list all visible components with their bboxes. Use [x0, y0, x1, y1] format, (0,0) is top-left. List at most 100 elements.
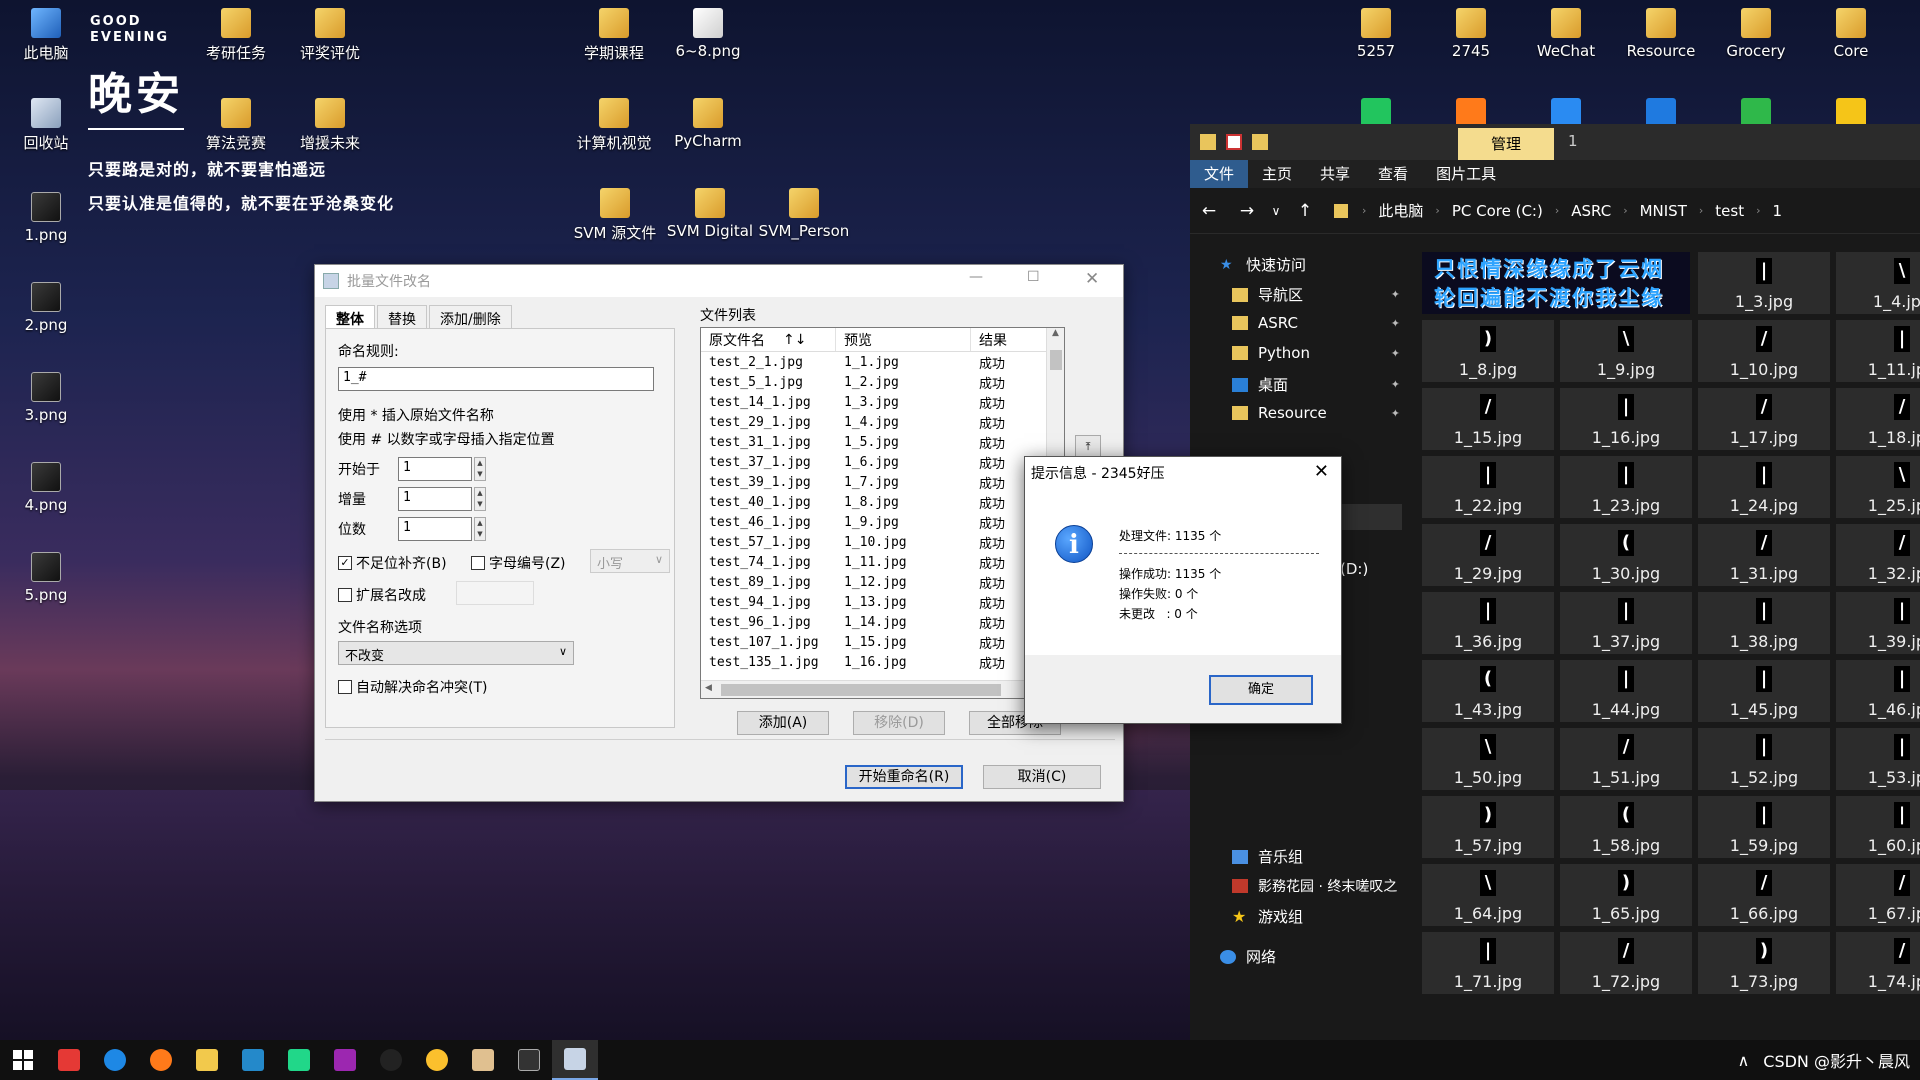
file-thumbnail[interactable]: (1_58.jpg — [1560, 796, 1692, 858]
nav-quick-access[interactable]: ★ 快速访问 — [1220, 254, 1400, 275]
file-thumbnail[interactable]: (1_43.jpg — [1422, 660, 1554, 722]
file-thumbnail[interactable]: ) 1_73.jpg — [1698, 932, 1830, 994]
back-arrow-icon[interactable]: ← — [1190, 201, 1228, 221]
taskbar-app-pycharm[interactable] — [276, 1040, 322, 1080]
taskbar-app-firefox[interactable] — [138, 1040, 184, 1080]
file-thumbnail[interactable]: / 1_32.jpg — [1836, 524, 1920, 586]
list-item[interactable]: test_14_1.jpg 1_3.jpg 成功 — [701, 392, 1064, 412]
letter-checkbox[interactable]: 字母编号(Z) — [471, 553, 566, 573]
desktop-icon-suanfa[interactable]: 算法竞赛 — [196, 98, 276, 153]
file-thumbnail[interactable]: / 1_31.jpg — [1698, 524, 1830, 586]
file-thumbnail[interactable]: | 1_59.jpg — [1698, 796, 1830, 858]
file-thumbnail[interactable]: | 1_23.jpg — [1560, 456, 1692, 518]
desktop-icon-5257[interactable]: 5257 — [1336, 8, 1416, 60]
step-stepper[interactable]: ▲ ▼ — [474, 487, 486, 511]
file-thumbnail[interactable]: | 1_16.jpg — [1560, 388, 1692, 450]
desktop-icon-4-png[interactable]: 4.png — [6, 462, 86, 514]
start-button[interactable] — [0, 1040, 46, 1080]
up-arrow-icon[interactable]: ↑ — [1286, 201, 1324, 221]
breadcrumb-item[interactable]: 1 — [1773, 202, 1783, 220]
taskbar-app-terminal[interactable] — [506, 1040, 552, 1080]
desktop-icon-svm-person[interactable]: SVM_Person — [756, 188, 852, 240]
cancel-button[interactable]: 取消(C) — [983, 765, 1101, 789]
digits-stepper[interactable]: ▲ ▼ — [474, 517, 486, 541]
file-thumbnail[interactable]: | 1_45.jpg — [1698, 660, 1830, 722]
file-thumbnail[interactable]: \ 1_64.jpg — [1422, 864, 1554, 926]
list-item[interactable]: test_74_1.jpg 1_11.jpg 成功 — [701, 552, 1064, 572]
file-thumbnail[interactable]: | 1_3.jpg — [1698, 252, 1830, 314]
taskbar-app-qq[interactable] — [368, 1040, 414, 1080]
file-thumbnail[interactable]: / 1_17.jpg — [1698, 388, 1830, 450]
file-thumbnail[interactable]: \ 1_9.jpg — [1560, 320, 1692, 382]
file-thumbnail[interactable]: / 1_66.jpg — [1698, 864, 1830, 926]
list-item[interactable]: test_2_1.jpg 1_1.jpg 成功 — [701, 352, 1064, 372]
desktop-icon-2745[interactable]: 2745 — [1431, 8, 1511, 60]
desktop-icon-5-png[interactable]: 5.png — [6, 552, 86, 604]
nav-python[interactable]: Python ✦ — [1232, 344, 1412, 362]
close-icon[interactable]: ✕ — [1314, 461, 1329, 482]
file-thumbnail[interactable]: | 1_60.jpg — [1836, 796, 1920, 858]
desktop-icon-6-8-png[interactable]: 6~8.png — [668, 8, 748, 60]
pin-icon[interactable]: ✦ — [1391, 407, 1400, 420]
column-header-original[interactable]: 原文件名 ↑↓ — [701, 328, 836, 351]
menu-file[interactable]: 文件 — [1190, 160, 1249, 188]
breadcrumb-item[interactable]: 此电脑 — [1378, 200, 1423, 221]
desktop-icon-recycle-bin[interactable]: 回收站 — [6, 98, 86, 153]
sort-arrows-icon[interactable]: ↑↓ — [783, 332, 806, 348]
list-item[interactable]: test_40_1.jpg 1_8.jpg 成功 — [701, 492, 1064, 512]
list-item[interactable]: test_57_1.jpg 1_10.jpg 成功 — [701, 532, 1064, 552]
file-thumbnail[interactable]: ) 1_57.jpg — [1422, 796, 1554, 858]
file-thumbnail[interactable]: / 1_29.jpg — [1422, 524, 1554, 586]
chevron-up-icon[interactable]: ∧ — [1738, 1051, 1750, 1070]
list-item[interactable]: test_29_1.jpg 1_4.jpg 成功 — [701, 412, 1064, 432]
list-item[interactable]: test_31_1.jpg 1_5.jpg 成功 — [701, 432, 1064, 452]
list-item[interactable]: test_96_1.jpg 1_14.jpg 成功 — [701, 612, 1064, 632]
breadcrumb[interactable]: › 此电脑 › PC Core (C:) › ASRC › MNIST › te… — [1334, 200, 1788, 221]
scroll-left-icon[interactable]: ◀ — [705, 683, 712, 693]
pin-icon[interactable]: ✦ — [1391, 317, 1400, 330]
ok-button[interactable]: 确定 — [1209, 675, 1313, 705]
list-item[interactable]: test_94_1.jpg 1_13.jpg 成功 — [701, 592, 1064, 612]
file-thumbnail[interactable]: \ 1_50.jpg — [1422, 728, 1554, 790]
nav-music[interactable]: 音乐组 — [1232, 846, 1412, 867]
file-thumbnail[interactable]: | 1_52.jpg — [1698, 728, 1830, 790]
file-thumbnail[interactable]: ) 1_65.jpg — [1560, 864, 1692, 926]
desktop-icon-xueqi[interactable]: 学期课程 — [574, 8, 654, 63]
file-thumbnail[interactable]: / 1_67.jpg — [1836, 864, 1920, 926]
taskbar-app-rename[interactable] — [552, 1040, 598, 1080]
breadcrumb-item[interactable]: MNIST — [1640, 202, 1687, 220]
file-thumbnail[interactable]: | 1_44.jpg — [1560, 660, 1692, 722]
nav-drive-d[interactable]: (D:) — [1340, 560, 1400, 578]
taskbar-app-explorer[interactable] — [184, 1040, 230, 1080]
desktop-icon-2-png[interactable]: 2.png — [6, 282, 86, 334]
list-item[interactable]: test_135_1.jpg 1_16.jpg 成功 — [701, 652, 1064, 672]
list-item[interactable]: test_37_1.jpg 1_6.jpg 成功 — [701, 452, 1064, 472]
file-thumbnail[interactable]: / 1_72.jpg — [1560, 932, 1692, 994]
file-thumbnail[interactable]: | 1_36.jpg — [1422, 592, 1554, 654]
breadcrumb-item[interactable]: ASRC — [1571, 202, 1611, 220]
nav-resource[interactable]: Resource ✦ — [1232, 404, 1412, 422]
forward-arrow-icon[interactable]: → — [1228, 201, 1266, 221]
name-option-select[interactable]: 不改变 ∨ — [338, 641, 574, 665]
rule-input[interactable]: 1_# — [338, 367, 654, 391]
new-folder-icon[interactable] — [1252, 134, 1268, 150]
file-thumbnail[interactable]: / 1_18.jpg — [1836, 388, 1920, 450]
file-thumbnail[interactable]: \ 1_4.jpg — [1836, 252, 1920, 314]
list-item[interactable]: test_89_1.jpg 1_12.jpg 成功 — [701, 572, 1064, 592]
file-thumbnail[interactable]: / 1_74.jpg — [1836, 932, 1920, 994]
file-thumbnail[interactable]: | 1_38.jpg — [1698, 592, 1830, 654]
desktop-icon-grocery[interactable]: Grocery — [1716, 8, 1796, 60]
step-input[interactable]: 1 — [398, 487, 472, 511]
file-thumbnail[interactable]: / 1_15.jpg — [1422, 388, 1554, 450]
file-thumbnail[interactable]: ) 1_8.jpg — [1422, 320, 1554, 382]
desktop-icon-jisuanji[interactable]: 计算机视觉 — [574, 98, 654, 153]
list-item[interactable]: test_46_1.jpg 1_9.jpg 成功 — [701, 512, 1064, 532]
start-rename-button[interactable]: 开始重命名(R) — [845, 765, 963, 789]
pin-icon[interactable]: ✦ — [1391, 378, 1400, 391]
case-select[interactable]: 小写 ∨ — [590, 549, 670, 573]
scroll-thumb[interactable] — [1050, 350, 1062, 370]
close-icon[interactable]: ✕ — [1085, 269, 1099, 289]
file-thumbnail[interactable]: \ 1_25.jpg — [1836, 456, 1920, 518]
desktop-icon-kaoyan[interactable]: 考研任务 — [196, 8, 276, 63]
menu-view[interactable]: 查看 — [1364, 160, 1422, 188]
